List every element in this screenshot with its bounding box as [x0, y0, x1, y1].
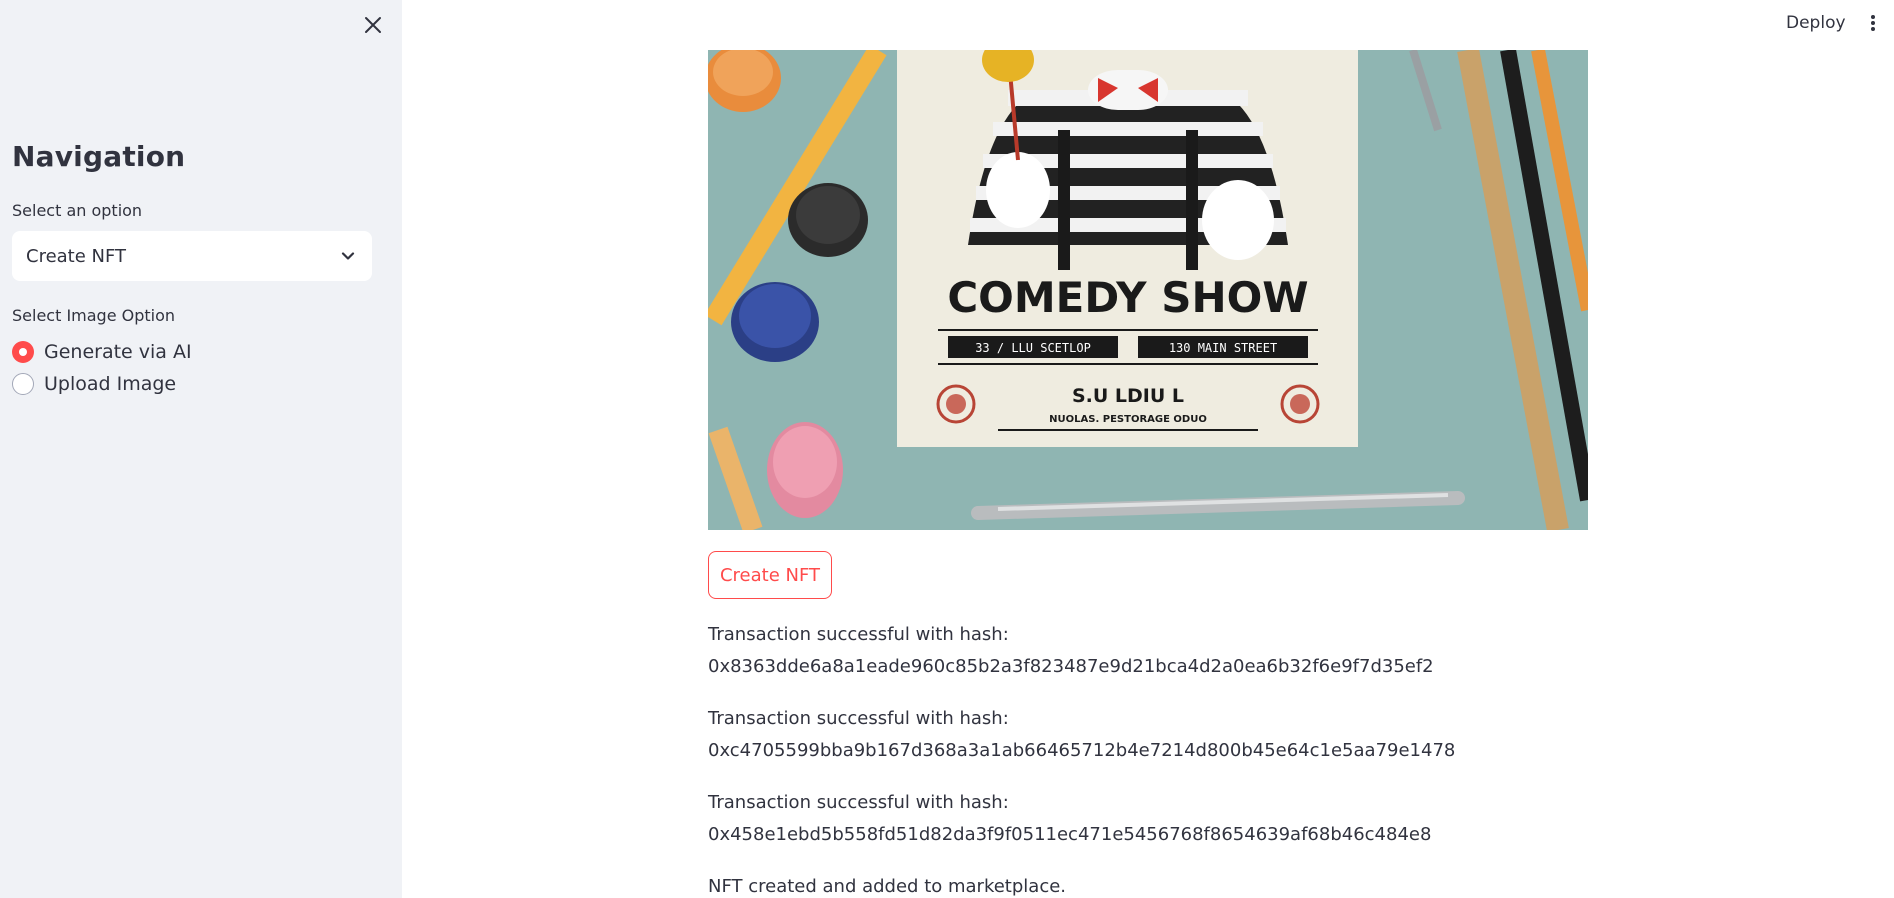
generated-nft-image: COMEDY SHOW 33 / LLU SCETLOP 130 MAIN ST… [708, 50, 1588, 530]
transaction-message: Transaction successful with hash: 0xc470… [708, 703, 1708, 767]
chevron-down-icon [341, 252, 355, 260]
menu-dot [1871, 27, 1875, 31]
poster-banner-right: 130 MAIN STREET [1169, 341, 1277, 355]
select-option-label: Select an option [12, 201, 143, 220]
radio-unselected-icon [12, 373, 34, 395]
sidebar: Navigation Select an option Create NFT S… [0, 0, 402, 898]
radio-generate-via-ai[interactable]: Generate via AI [12, 341, 192, 363]
option-selectbox[interactable]: Create NFT [12, 231, 372, 281]
close-sidebar-button[interactable] [360, 12, 386, 38]
transaction-hash: 0x8363dde6a8a1eade960c85b2a3f823487e9d21… [708, 656, 1434, 677]
radio-option-label: Upload Image [44, 373, 177, 395]
close-icon [365, 17, 381, 33]
radio-selected-icon [12, 341, 34, 363]
poster-footer: NUOLAS. PESTORAGE ODUO [1049, 414, 1207, 425]
create-nft-button[interactable]: Create NFT [708, 551, 832, 599]
sidebar-title: Navigation [12, 140, 186, 173]
transaction-message: Transaction successful with hash: 0x8363… [708, 619, 1708, 683]
poster-subline: S.U LDIU L [1072, 385, 1184, 407]
selectbox-value: Create NFT [26, 245, 127, 267]
transaction-label: Transaction successful with hash: [708, 708, 1009, 729]
transaction-label: Transaction successful with hash: [708, 624, 1009, 645]
radio-option-label: Generate via AI [44, 341, 192, 363]
poster-headline: COMEDY SHOW [947, 273, 1308, 322]
menu-dot [1871, 15, 1875, 19]
transaction-hash: 0x458e1ebd5b558fd51d82da3f9f0511ec471e54… [708, 824, 1432, 845]
transaction-message: Transaction successful with hash: 0x458e… [708, 787, 1708, 851]
poster-banner-left: 33 / LLU SCETLOP [975, 341, 1091, 355]
transaction-hash: 0xc4705599bba9b167d368a3a1ab66465712b4e7… [708, 740, 1456, 761]
main-menu-button[interactable] [1866, 12, 1880, 34]
transaction-label: Transaction successful with hash: [708, 792, 1009, 813]
image-option-label: Select Image Option [12, 306, 176, 325]
deploy-button[interactable]: Deploy [1782, 11, 1850, 35]
menu-dot [1871, 21, 1875, 25]
radio-upload-image[interactable]: Upload Image [12, 373, 176, 395]
nft-created-message: NFT created and added to marketplace. [708, 876, 1067, 897]
